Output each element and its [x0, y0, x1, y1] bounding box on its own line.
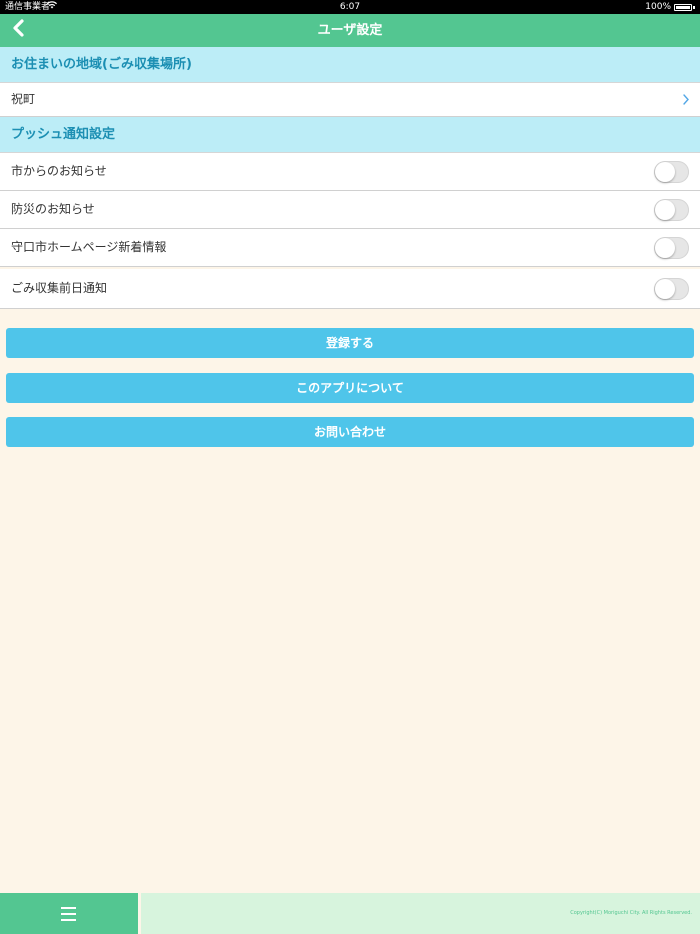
website-updates-toggle[interactable] [654, 237, 689, 259]
toggle-knob [655, 162, 675, 182]
battery-percent: 100% [645, 2, 671, 12]
register-button[interactable]: 登録する [6, 328, 694, 358]
battery-icon [674, 3, 692, 11]
push-item-disaster: 防災のお知らせ [0, 191, 700, 229]
region-section-header: お住まいの地域(ごみ収集場所) [0, 47, 700, 83]
toggle-knob [655, 238, 675, 258]
region-row[interactable]: 祝町 [0, 83, 700, 117]
push-item-label: ごみ収集前日通知 [11, 281, 108, 295]
city-news-toggle[interactable] [654, 161, 689, 183]
nav-bar: ユーザ設定 [0, 14, 700, 47]
status-bar: 通信事業者 6:07 100% [0, 0, 700, 14]
garbage-reminder-toggle[interactable] [654, 278, 689, 300]
push-item-label: 防災のお知らせ [11, 202, 95, 216]
contact-button[interactable]: お問い合わせ [6, 417, 694, 447]
about-app-button[interactable]: このアプリについて [6, 373, 694, 403]
region-value: 祝町 [11, 92, 36, 106]
push-item-label: 守口市ホームページ新着情報 [11, 240, 167, 254]
toggle-knob [655, 279, 675, 299]
page-title: ユーザ設定 [317, 23, 383, 38]
toggle-knob [655, 200, 675, 220]
push-section-header: プッシュ通知設定 [0, 117, 700, 153]
clock: 6:07 [339, 2, 361, 12]
push-item-website-updates: 守口市ホームページ新着情報 [0, 229, 700, 267]
disaster-toggle[interactable] [654, 199, 689, 221]
hamburger-icon [61, 907, 76, 925]
push-item-city-news: 市からのお知らせ [0, 153, 700, 191]
copyright-text: Copyright(C) Moriguchi City. All Rights … [141, 893, 700, 934]
menu-button[interactable] [0, 893, 138, 934]
push-item-garbage-reminder: ごみ収集前日通知 [0, 269, 700, 309]
push-item-label: 市からのお知らせ [11, 164, 107, 178]
battery-indicator: 100% [645, 0, 695, 14]
